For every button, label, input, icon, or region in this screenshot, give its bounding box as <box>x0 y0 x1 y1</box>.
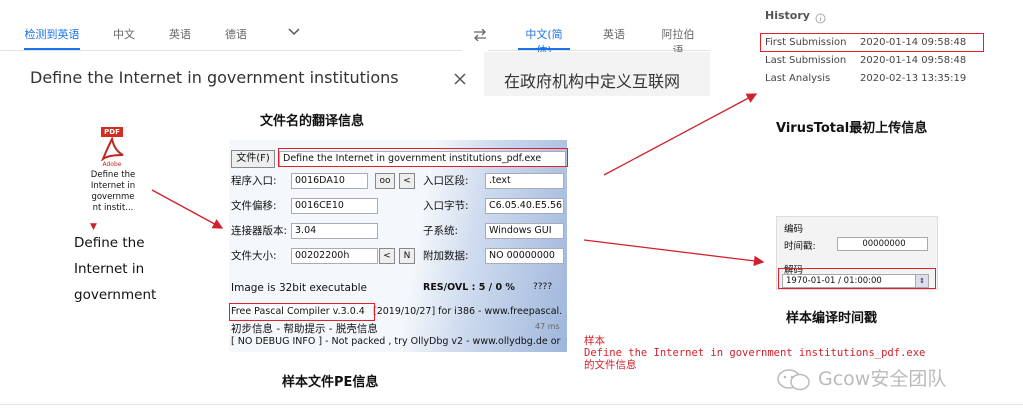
decoded-time-highlight <box>778 268 936 289</box>
section-field[interactable]: .text <box>485 173 564 189</box>
hint-line[interactable]: 初步信息 - 帮助提示 - 脱壳信息 <box>231 321 378 336</box>
overlay-label: 附加数据: <box>423 250 469 262</box>
bits-text: Image is 32bit executable <box>231 282 367 294</box>
sample-note-line: Define the Internet in government instit… <box>584 347 926 359</box>
unknown-text: ???? <box>533 282 553 292</box>
elapsed-ms: 47 ms <box>535 322 560 331</box>
wechat-icon <box>776 368 812 396</box>
res-ovl-text: RES/OVL : 5 / 0 % <box>423 282 515 293</box>
size-prev-button[interactable]: < <box>379 248 395 264</box>
file-offset-label: 文件偏移: <box>231 200 277 212</box>
arrow-pe-to-timestamp <box>583 239 765 267</box>
file-offset-field[interactable]: 0016CE10 <box>291 198 378 214</box>
bottom-divider <box>0 404 1023 405</box>
arrow-pdf-to-pe <box>151 189 224 229</box>
size-n-button[interactable]: N <box>399 248 415 264</box>
filename-highlight <box>278 148 568 167</box>
oo-button[interactable]: oo <box>375 173 395 189</box>
debug-info-line: [ NO DEBUG INFO ] - Not packed , try Oll… <box>231 336 561 347</box>
entry-point-field[interactable]: 0016DA10 <box>291 173 368 189</box>
section-label: 入口区段: <box>423 175 469 187</box>
watermark-text: Gcow安全团队 <box>818 368 947 390</box>
file-size-field[interactable]: 00202200h <box>291 248 378 264</box>
entry-bytes-field[interactable]: C6.05.40.E5.56 <box>485 198 564 214</box>
file-size-label: 文件大小: <box>231 250 277 262</box>
compiler-details: [2019/10/27] for i386 - www.freepascal. <box>373 306 563 317</box>
entry-point-label: 程序入口: <box>231 175 277 187</box>
linker-version-field[interactable]: 3.04 <box>291 223 378 239</box>
arrow-pe-to-history <box>603 93 758 176</box>
compiler-highlight <box>229 303 375 321</box>
encode-label: 编码 <box>784 224 804 235</box>
file-menu-button[interactable]: 文件(F) <box>231 150 275 168</box>
sample-note-line: 的文件信息 <box>584 359 637 371</box>
subsystem-label: 子系统: <box>423 225 459 237</box>
prev-button[interactable]: < <box>399 173 415 189</box>
subsystem-field[interactable]: Windows GUI <box>485 223 564 239</box>
timestamp-field[interactable]: 00000000 <box>837 237 928 251</box>
overlay-field[interactable]: NO 00000000 <box>485 248 564 264</box>
timestamp-label: 时间戳: <box>784 241 816 252</box>
entry-bytes-label: 入口字节: <box>423 200 469 212</box>
linker-version-label: 连接器版本: <box>231 225 288 237</box>
sample-note-line: 样本 <box>584 335 605 347</box>
